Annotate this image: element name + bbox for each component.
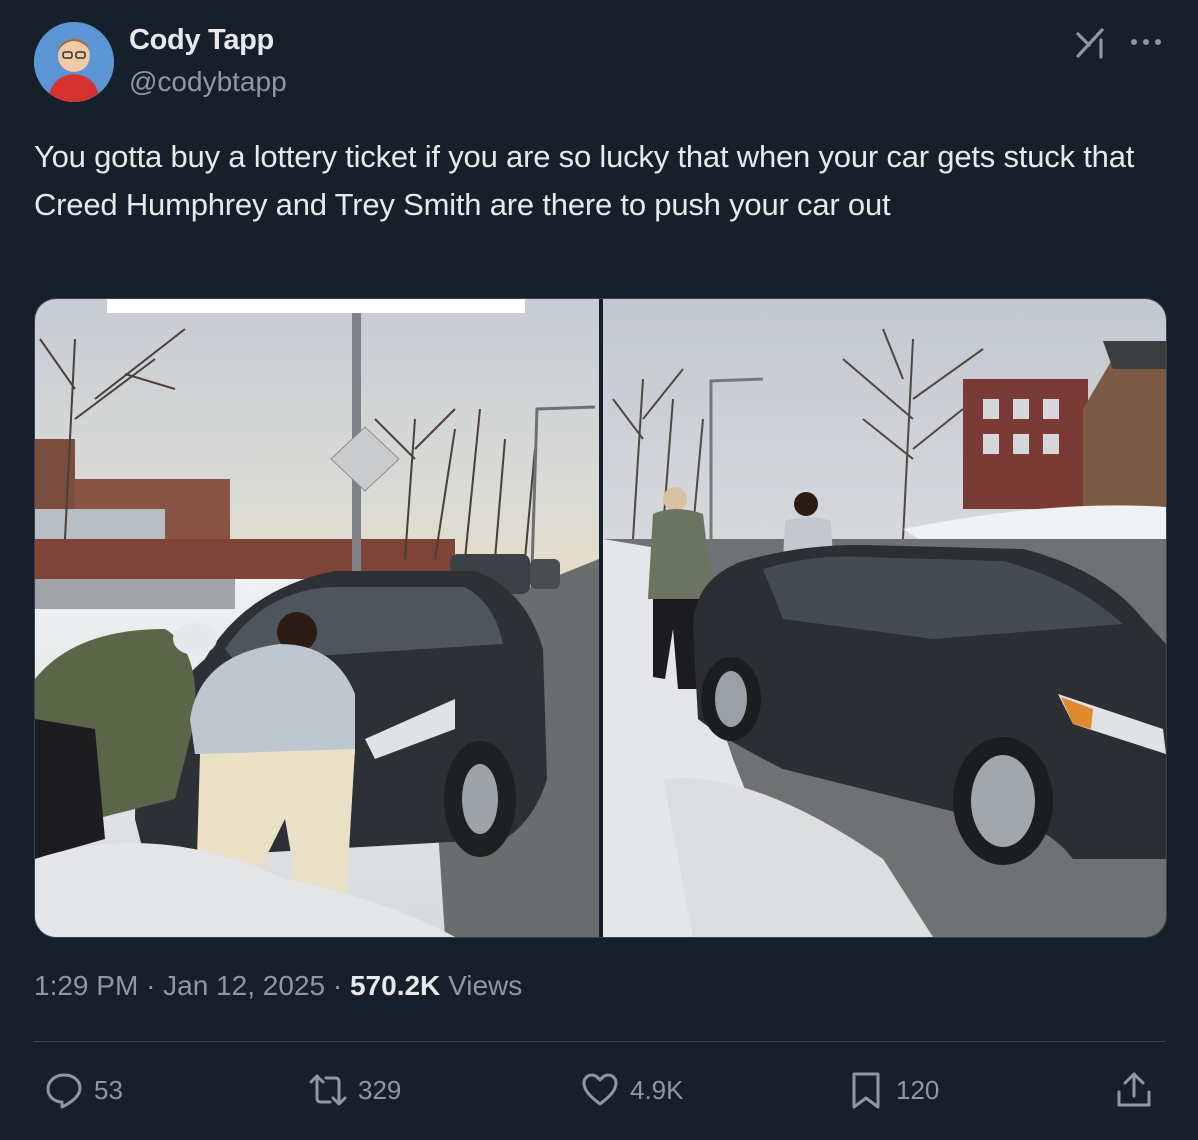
like-button[interactable]: 4.9K	[580, 1066, 684, 1114]
bookmark-button[interactable]: 120	[846, 1066, 939, 1114]
photo-right[interactable]	[603, 299, 1166, 937]
tweet-metadata: 1:29 PM · Jan 12, 2025 · 570.2K Views	[34, 970, 522, 1002]
grok-icon[interactable]	[1074, 26, 1110, 60]
bookmark-icon	[852, 1072, 880, 1109]
reply-count: 53	[94, 1074, 123, 1105]
repost-icon	[309, 1074, 347, 1106]
tweet-media[interactable]	[34, 298, 1167, 938]
avatar[interactable]	[34, 22, 114, 102]
divider	[34, 1041, 1165, 1042]
like-icon	[582, 1073, 618, 1106]
tweet-date[interactable]: Jan 12, 2025	[163, 970, 325, 1001]
avatar-image	[34, 22, 114, 102]
meta-separator: ·	[146, 970, 156, 1001]
share-icon	[1117, 1072, 1151, 1107]
author-handle[interactable]: @codybtapp	[129, 66, 287, 98]
photo-left[interactable]	[35, 299, 599, 937]
views-label: Views	[448, 970, 523, 1001]
repost-count: 329	[358, 1074, 402, 1105]
views-count: 570.2K	[349, 970, 441, 1001]
author-name[interactable]: Cody Tapp	[129, 24, 274, 57]
meta-separator: ·	[332, 970, 343, 1001]
reply-icon	[46, 1073, 82, 1109]
share-button[interactable]	[1114, 1066, 1164, 1114]
tweet-text: You gotta buy a lottery ticket if you ar…	[34, 139, 1135, 222]
repost-button[interactable]: 329	[308, 1066, 401, 1114]
bookmark-count: 120	[896, 1074, 940, 1105]
more-icon[interactable]	[1128, 32, 1164, 52]
like-count: 4.9K	[630, 1074, 684, 1105]
tweet-time[interactable]: 1:29 PM	[34, 970, 138, 1001]
reply-button[interactable]: 53	[44, 1066, 123, 1114]
